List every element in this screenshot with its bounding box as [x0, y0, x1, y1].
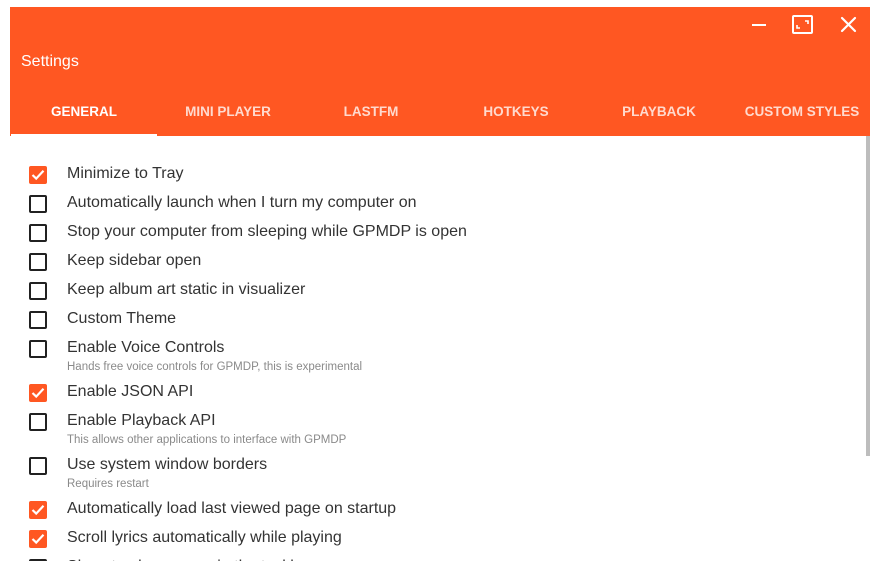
- setting-label[interactable]: Minimize to Tray: [67, 164, 183, 184]
- window-title: Settings: [21, 53, 79, 70]
- setting-description: This allows other applications to interf…: [67, 434, 347, 446]
- tab-playback[interactable]: PLAYBACK: [591, 89, 727, 136]
- setting-description: Requires restart: [67, 478, 149, 490]
- setting-checkbox[interactable]: [29, 501, 47, 519]
- setting-checkbox[interactable]: [29, 224, 47, 242]
- setting-label[interactable]: Scroll lyrics automatically while playin…: [67, 528, 342, 548]
- settings-tabs: GENERAL MINI PLAYER LASTFM HOTKEYS PLAYB…: [10, 89, 870, 136]
- setting-label[interactable]: Custom Theme: [67, 309, 176, 329]
- maximize-icon: [792, 15, 813, 34]
- setting-label[interactable]: Enable Playback API: [67, 411, 216, 431]
- checkmark-icon: [31, 170, 45, 181]
- close-button[interactable]: [834, 11, 864, 39]
- setting-checkbox[interactable]: [29, 311, 47, 329]
- tab-general[interactable]: GENERAL: [11, 89, 157, 136]
- setting-label[interactable]: Use system window borders: [67, 455, 267, 475]
- settings-content: Minimize to Tray Automatically launch whe…: [10, 136, 870, 561]
- tab-custom-styles[interactable]: CUSTOM STYLES: [734, 89, 870, 136]
- setting-label[interactable]: Show track progress in the taskbar: [67, 557, 313, 561]
- setting-checkbox[interactable]: [29, 340, 47, 358]
- setting-description: Hands free voice controls for GPMDP, thi…: [67, 361, 363, 373]
- minimize-button[interactable]: [744, 11, 774, 39]
- setting-checkbox[interactable]: [29, 530, 47, 548]
- setting-checkbox[interactable]: [29, 282, 47, 300]
- setting-checkbox[interactable]: [29, 384, 47, 402]
- tab-mini-player[interactable]: MINI PLAYER: [158, 89, 298, 136]
- setting-label[interactable]: Stop your computer from sleeping while G…: [67, 222, 467, 242]
- minimize-icon: [752, 24, 766, 26]
- setting-checkbox[interactable]: [29, 413, 47, 431]
- setting-checkbox[interactable]: [29, 166, 47, 184]
- setting-label[interactable]: Automatically load last viewed page on s…: [67, 499, 396, 519]
- app-header: Settings GENERAL MINI PLAYER LASTFM HOTK…: [10, 7, 870, 136]
- setting-label[interactable]: Keep album art static in visualizer: [67, 280, 305, 300]
- setting-checkbox[interactable]: [29, 253, 47, 271]
- setting-label[interactable]: Automatically launch when I turn my comp…: [67, 193, 417, 213]
- settings-window: Settings GENERAL MINI PLAYER LASTFM HOTK…: [10, 7, 870, 561]
- close-icon: [840, 16, 857, 33]
- setting-checkbox[interactable]: [29, 195, 47, 213]
- setting-label[interactable]: Keep sidebar open: [67, 251, 201, 271]
- scrollbar[interactable]: [866, 136, 870, 456]
- maximize-button[interactable]: [788, 11, 818, 39]
- checkmark-icon: [31, 388, 45, 399]
- tab-hotkeys[interactable]: HOTKEYS: [446, 89, 586, 136]
- tab-lastfm[interactable]: LASTFM: [305, 89, 437, 136]
- checkmark-icon: [31, 534, 45, 545]
- setting-label[interactable]: Enable JSON API: [67, 382, 193, 402]
- checkmark-icon: [31, 505, 45, 516]
- setting-label[interactable]: Enable Voice Controls: [67, 338, 224, 358]
- setting-checkbox[interactable]: [29, 457, 47, 475]
